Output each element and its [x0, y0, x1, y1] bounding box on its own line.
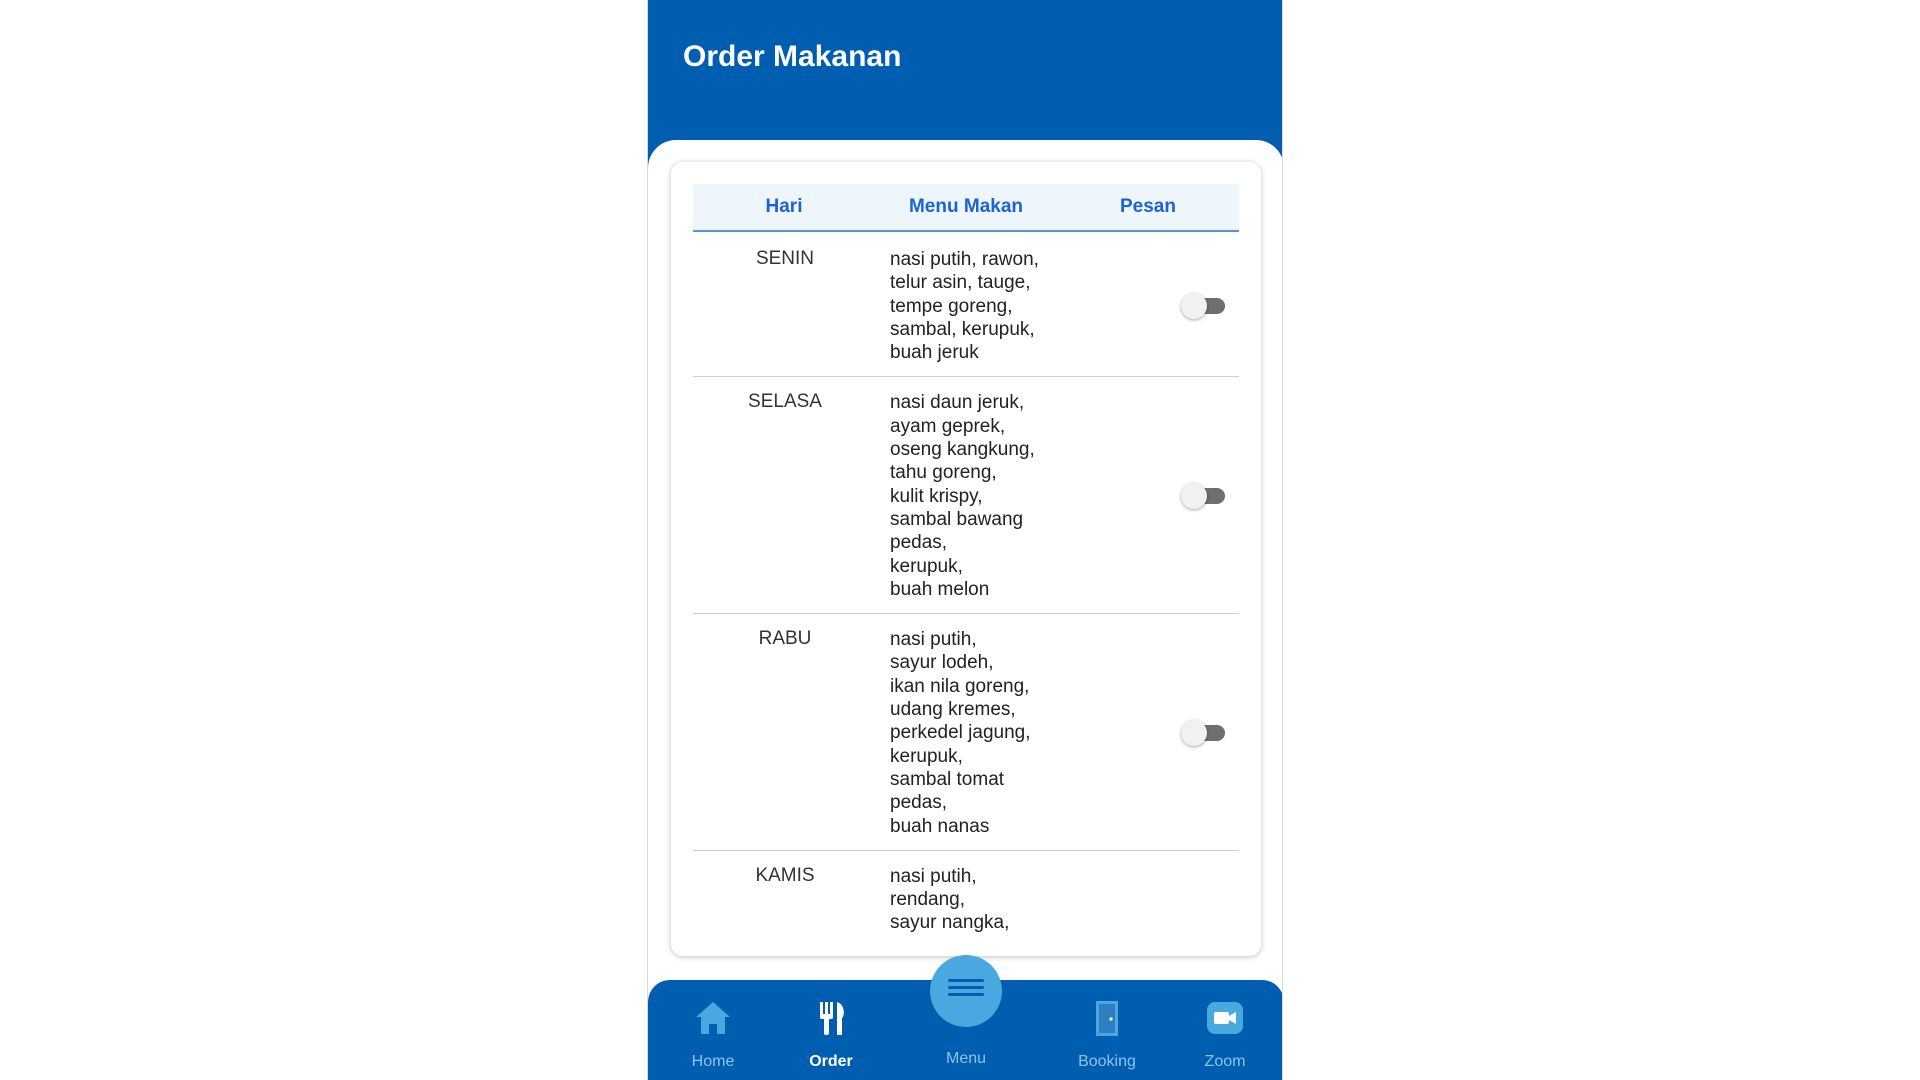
column-header-hari: Hari: [765, 196, 803, 217]
day-cell: RABU: [758, 628, 812, 650]
nav-home-label: Home: [691, 1053, 735, 1070]
menu-line: telur asin, tauge,: [890, 272, 1031, 294]
hamburger-menu-icon: [948, 979, 984, 996]
menu-line: tahu goreng,: [890, 462, 997, 484]
menu-cell: nasi daun jeruk, ayam geprek, oseng kangku…: [890, 391, 1080, 601]
nav-home[interactable]: Home: [654, 980, 772, 1080]
order-toggle-switch[interactable]: [1181, 718, 1225, 746]
nav-order[interactable]: Order: [772, 980, 890, 1080]
menu-line: kulit krispy,: [890, 485, 983, 507]
door-icon: [1096, 1001, 1118, 1036]
table-row: RABU nasi putih, sayur lodeh, ikan nila gor…: [693, 614, 1239, 851]
home-icon: [696, 1002, 730, 1034]
menu-line: pedas,: [890, 532, 948, 554]
day-cell: SELASA: [748, 391, 822, 413]
nav-menu-label: Menu: [945, 1050, 987, 1067]
menu-line: kerupuk,: [890, 745, 963, 767]
nav-order-label: Order: [809, 1053, 853, 1070]
day-cell: KAMIS: [755, 864, 815, 886]
menu-line: udang kremes,: [890, 699, 1016, 721]
cutlery-icon: [820, 1002, 844, 1035]
content-sheet: Hari Menu Makan Pesan SENIN nasi putih, r…: [648, 140, 1282, 1000]
day-cell: SENIN: [755, 248, 815, 269]
menu-line: nasi putih,: [890, 865, 977, 887]
page-title: Order Makanan: [683, 40, 902, 73]
nav-zoom-label: Zoom: [1204, 1053, 1246, 1070]
menu-line: sambal, kerupuk,: [890, 318, 1035, 340]
menu-line: oseng kangkung,: [890, 439, 1035, 461]
menu-line: sambal bawang: [890, 508, 1024, 530]
menu-line: buah nanas: [890, 815, 990, 837]
table-row: KAMIS nasi putih, rendang, sayur nangka,: [693, 851, 1239, 947]
menu-line: pedas,: [890, 792, 948, 814]
video-camera-icon: [1207, 1002, 1243, 1034]
column-header-pesan: Pesan: [1120, 196, 1176, 217]
menu-line: buah melon: [890, 578, 990, 600]
menu-cell: nasi putih, rawon, telur asin, tauge, temp…: [890, 248, 1080, 364]
menu-line: rendang,: [890, 889, 966, 911]
menu-line: kerupuk,: [890, 555, 963, 577]
menu-line: sayur nangka,: [890, 912, 1010, 934]
menu-line: perkedel jagung,: [890, 722, 1031, 744]
order-toggle-switch[interactable]: [1181, 291, 1225, 320]
order-table-card[interactable]: Hari Menu Makan Pesan SENIN nasi putih, r…: [671, 162, 1261, 956]
menu-line: tempe goreng,: [890, 295, 1013, 317]
menu-line: nasi putih, rawon,: [890, 249, 1039, 270]
menu-line: ikan nila goreng,: [890, 675, 1030, 697]
nav-booking[interactable]: Booking: [1048, 980, 1166, 1080]
order-toggle-switch[interactable]: [1181, 481, 1225, 510]
toggle-knob: [1181, 293, 1207, 320]
menu-line: sayur lodeh,: [890, 652, 994, 674]
toggle-knob: [1181, 483, 1207, 510]
toggle-knob: [1181, 719, 1207, 746]
column-header-menu-makan: Menu Makan: [908, 196, 1024, 217]
table-row: SELASA nasi daun jeruk, ayam geprek, oseng …: [693, 377, 1239, 615]
menu-cell: nasi putih, rendang, sayur nangka,: [890, 865, 1080, 935]
table-header: Hari Menu Makan Pesan: [693, 184, 1239, 232]
menu-line: nasi daun jeruk,: [890, 392, 1025, 414]
menu-line: buah jeruk: [890, 342, 979, 364]
menu-fab-button[interactable]: [930, 955, 1002, 1027]
nav-zoom[interactable]: Zoom: [1166, 980, 1282, 1080]
menu-cell: nasi putih, sayur lodeh, ikan nila goreng,…: [890, 628, 1080, 838]
menu-line: nasi putih,: [890, 629, 977, 651]
nav-booking-label: Booking: [1078, 1053, 1136, 1070]
phone-screen: Order Makanan Hari Menu Makan Pesan SENI…: [647, 0, 1283, 1080]
menu-line: ayam geprek,: [890, 415, 1006, 437]
table-row: SENIN nasi putih, rawon, telur asin, tauge…: [693, 234, 1239, 378]
menu-line: sambal tomat: [890, 768, 1005, 790]
table-body: SENIN nasi putih, rawon, telur asin, tauge…: [693, 234, 1239, 947]
